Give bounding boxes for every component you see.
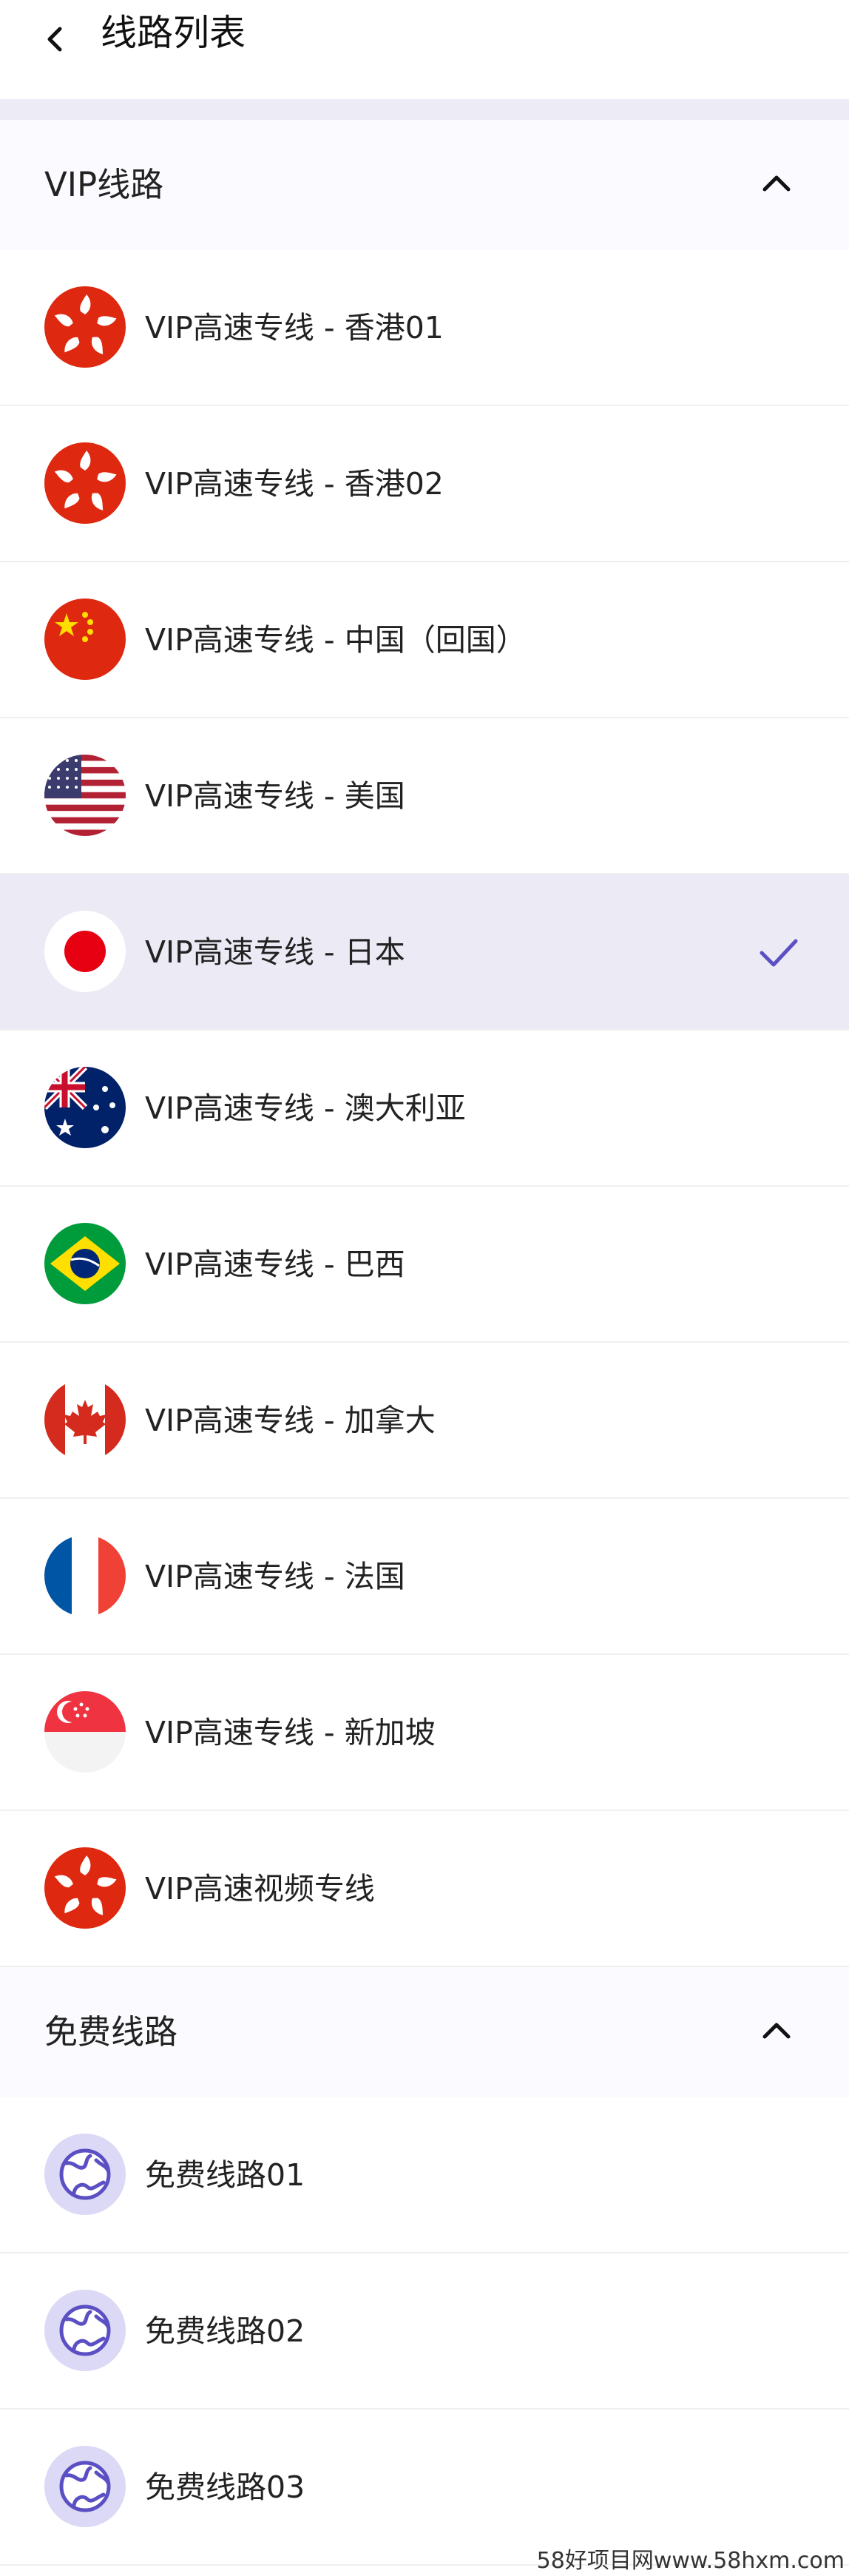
divider [0, 99, 849, 120]
route-item-vip-9[interactable]: VIP高速专线 - 法国 [0, 1499, 849, 1655]
top-bar: 线路列表 [0, 0, 849, 99]
route-label: VIP高速专线 - 日本 [145, 934, 405, 970]
canada-flag-icon [44, 1379, 126, 1460]
route-label: VIP高速专线 - 巴西 [145, 1247, 405, 1282]
section-title: VIP线路 [44, 165, 164, 204]
globe-icon [44, 2446, 126, 2527]
singapore-flag-icon [44, 1691, 126, 1773]
route-label: 免费线路03 [145, 2469, 305, 2505]
route-label: 免费线路02 [145, 2313, 305, 2349]
route-label: VIP高速专线 - 香港02 [145, 466, 444, 502]
watermark: 58好项目网www.58hxm.com [536, 2548, 845, 2574]
route-label: VIP高速专线 - 法国 [145, 1559, 405, 1594]
china-flag-icon [44, 599, 126, 680]
route-item-vip-10[interactable]: VIP高速专线 - 新加坡 [0, 1655, 849, 1811]
usa-flag-icon [44, 755, 126, 836]
route-label: VIP高速视频专线 [145, 1871, 375, 1906]
page-title: 线路列表 [101, 12, 246, 54]
route-item-vip-2[interactable]: VIP高速专线 - 香港02 [0, 406, 849, 562]
route-item-vip-8[interactable]: VIP高速专线 - 加拿大 [0, 1343, 849, 1499]
route-label: VIP高速专线 - 香港01 [145, 310, 444, 345]
route-item-free-3[interactable]: 免费线路03 [0, 2410, 849, 2566]
route-item-vip-7[interactable]: VIP高速专线 - 巴西 [0, 1187, 849, 1343]
back-button[interactable] [30, 13, 81, 65]
section-header-free[interactable]: 免费线路 [0, 1967, 849, 2099]
france-flag-icon [44, 1535, 126, 1616]
route-item-vip-11[interactable]: VIP高速视频专线 [0, 1811, 849, 1967]
route-item-vip-5[interactable]: VIP高速专线 - 日本 [0, 874, 849, 1031]
section-title: 免费线路 [44, 2012, 178, 2051]
route-label: VIP高速专线 - 加拿大 [145, 1403, 436, 1438]
chevron-up-icon[interactable] [754, 2009, 799, 2053]
route-label: VIP高速专线 - 新加坡 [145, 1715, 436, 1750]
australia-flag-icon [44, 1067, 126, 1148]
route-item-vip-6[interactable]: VIP高速专线 - 澳大利亚 [0, 1031, 849, 1187]
hong-kong-flag-icon [44, 286, 126, 368]
route-item-vip-3[interactable]: VIP高速专线 - 中国（回国） [0, 562, 849, 718]
route-item-free-2[interactable]: 免费线路02 [0, 2253, 849, 2410]
hong-kong-flag-icon [44, 442, 126, 524]
route-label: 免费线路01 [145, 2157, 305, 2193]
chevron-up-icon[interactable] [754, 161, 799, 206]
globe-icon [44, 2290, 126, 2371]
globe-icon [44, 2134, 126, 2215]
japan-flag-icon [44, 911, 126, 992]
route-label: VIP高速专线 - 中国（回国） [145, 622, 527, 658]
route-item-vip-1[interactable]: VIP高速专线 - 香港01 [0, 250, 849, 406]
checkmark-icon [760, 939, 798, 967]
brazil-flag-icon [44, 1223, 126, 1304]
route-label: VIP高速专线 - 美国 [145, 778, 405, 814]
route-item-free-1[interactable]: 免费线路01 [0, 2097, 849, 2253]
chevron-left-icon [47, 27, 62, 52]
hong-kong-flag-icon [44, 1847, 126, 1929]
route-item-vip-4[interactable]: VIP高速专线 - 美国 [0, 718, 849, 874]
section-header-vip[interactable]: VIP线路 [0, 120, 849, 252]
route-label: VIP高速专线 - 澳大利亚 [145, 1090, 466, 1126]
